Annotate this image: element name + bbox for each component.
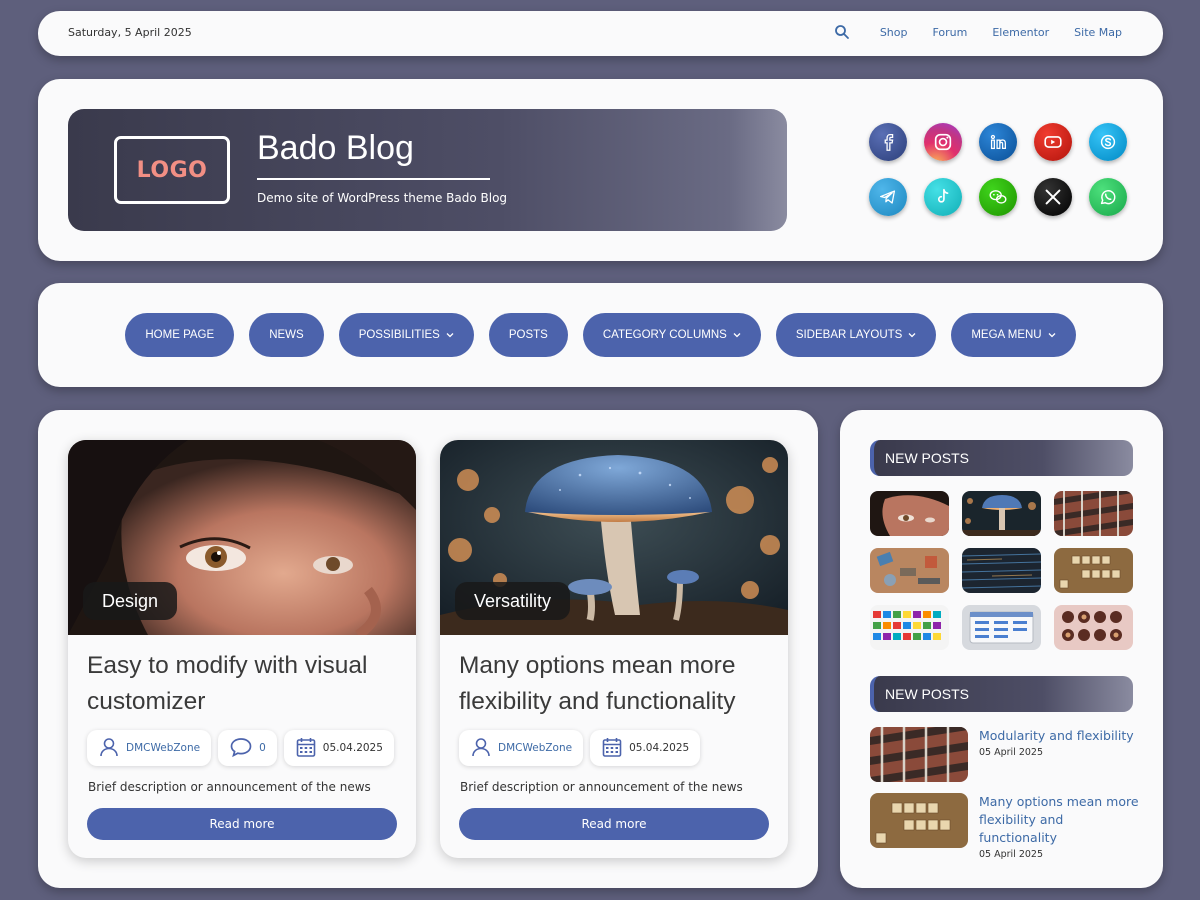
thumbnail[interactable] (1054, 548, 1133, 593)
whatsapp-icon[interactable] (1089, 178, 1127, 216)
recent-post-text: Modularity and flexibility 05 April 2025 (979, 727, 1139, 782)
post-description: Brief description or announcement of the… (88, 780, 371, 794)
skype-icon[interactable] (1089, 123, 1127, 161)
thumbnail[interactable] (1054, 491, 1133, 536)
main-navigation: HOME PAGE NEWS POSSIBILITIES POSTS CATEG… (38, 283, 1163, 387)
date-text: 05.04.2025 (629, 742, 690, 754)
search-icon[interactable] (834, 24, 850, 40)
nav-posts[interactable]: POSTS (488, 313, 568, 357)
recent-post-title[interactable]: Modularity and flexibility (979, 727, 1139, 745)
top-link-site-map[interactable]: Site Map (1074, 26, 1122, 39)
user-icon (98, 736, 120, 761)
post-author[interactable]: DMCWebZone (87, 730, 212, 766)
nav-label: SIDEBAR LAYOUTS (795, 329, 903, 341)
site-description: Demo site of WordPress theme Bado Blog (257, 191, 508, 205)
nav-category-columns[interactable]: CATEGORY COLUMNS (582, 313, 761, 357)
x-icon[interactable] (1034, 178, 1072, 216)
comment-icon (229, 736, 253, 761)
tiktok-icon[interactable] (924, 178, 962, 216)
nav-label: HOME PAGE (145, 329, 215, 341)
nav-sidebar-layouts[interactable]: SIDEBAR LAYOUTS (775, 313, 937, 357)
facebook-icon[interactable] (869, 123, 907, 161)
nav-possibilities[interactable]: POSSIBILITIES (338, 313, 474, 357)
recent-post-text: Many options mean more flexibility and f… (979, 793, 1139, 860)
calendar-icon (295, 736, 317, 761)
author-name[interactable]: DMCWebZone (498, 742, 572, 754)
recent-post-item: Many options mean more flexibility and f… (870, 793, 1139, 860)
user-icon (470, 736, 492, 761)
post-category-badge[interactable]: Design (83, 582, 178, 620)
post-card: Versatility Many options mean more flexi… (440, 440, 788, 858)
wechat-icon[interactable] (979, 178, 1017, 216)
thumbnail[interactable] (1054, 605, 1133, 650)
post-author[interactable]: DMCWebZone (459, 730, 584, 766)
site-title[interactable]: Bado Blog (257, 129, 414, 168)
site-header: LOGO Bado Blog Demo site of WordPress th… (38, 79, 1163, 261)
recent-post-date: 05 April 2025 (979, 849, 1044, 860)
linkedin-icon[interactable] (979, 123, 1017, 161)
read-more-button[interactable]: Read more (87, 808, 397, 840)
post-date: 05.04.2025 (590, 730, 701, 766)
nav-label: CATEGORY COLUMNS (602, 329, 727, 341)
youtube-icon[interactable] (1034, 123, 1072, 161)
chevron-down-icon (908, 330, 916, 340)
post-meta: DMCWebZone 05.04.2025 (459, 730, 701, 766)
date-text: 05.04.2025 (322, 742, 383, 754)
current-date: Saturday, 5 April 2025 (68, 26, 192, 39)
chevron-down-icon (1048, 330, 1056, 340)
author-name[interactable]: DMCWebZone (126, 742, 200, 754)
top-link-shop[interactable]: Shop (880, 26, 908, 39)
top-link-forum[interactable]: Forum (932, 26, 967, 39)
thumbnail[interactable] (962, 548, 1041, 593)
recent-post-date: 05 April 2025 (979, 747, 1044, 758)
thumbnail[interactable] (870, 605, 949, 650)
recent-post-thumbnail[interactable] (870, 727, 968, 782)
post-title[interactable]: Many options mean more flexibility and f… (459, 648, 779, 720)
sidebar: NEW POSTS NEW POSTS Modularity and flexi… (840, 410, 1163, 888)
comment-count[interactable]: 0 (259, 742, 266, 754)
title-divider (257, 178, 490, 180)
brand-banner: LOGO Bado Blog Demo site of WordPress th… (68, 109, 787, 231)
post-title[interactable]: Easy to modify with visual customizer (87, 648, 407, 720)
top-links: Shop Forum Elementor Site Map (834, 24, 1122, 40)
nav-news[interactable]: NEWS (249, 313, 324, 357)
recent-post-item: Modularity and flexibility 05 April 2025 (870, 727, 1139, 782)
top-bar: Saturday, 5 April 2025 Shop Forum Elemen… (38, 11, 1163, 56)
post-description: Brief description or announcement of the… (460, 780, 743, 794)
calendar-icon (601, 736, 623, 761)
nav-label: MEGA MENU (971, 329, 1042, 341)
post-category-badge[interactable]: Versatility (455, 582, 571, 620)
read-more-button[interactable]: Read more (459, 808, 769, 840)
instagram-icon[interactable] (924, 123, 962, 161)
top-link-elementor[interactable]: Elementor (992, 26, 1049, 39)
nav-label: POSTS (508, 329, 548, 341)
main-content: Design Easy to modify with visual custom… (38, 410, 818, 888)
widget-title: NEW POSTS (870, 676, 1133, 712)
thumbnail[interactable] (870, 491, 949, 536)
telegram-icon[interactable] (869, 178, 907, 216)
nav-mega-menu[interactable]: MEGA MENU (951, 313, 1076, 357)
post-card: Design Easy to modify with visual custom… (68, 440, 416, 858)
nav-label: NEWS (269, 329, 304, 341)
post-comments[interactable]: 0 (218, 730, 277, 766)
site-logo[interactable]: LOGO (114, 136, 230, 204)
thumbnail-grid (870, 491, 1133, 650)
chevron-down-icon (733, 330, 741, 340)
post-date: 05.04.2025 (283, 730, 394, 766)
thumbnail[interactable] (962, 491, 1041, 536)
nav-label: POSSIBILITIES (358, 329, 440, 341)
chevron-down-icon (446, 330, 454, 340)
nav-home-page[interactable]: HOME PAGE (125, 313, 235, 357)
widget-title: NEW POSTS (870, 440, 1133, 476)
recent-post-title[interactable]: Many options mean more flexibility and f… (979, 793, 1139, 847)
post-meta: DMCWebZone 0 05.04.2025 (87, 730, 394, 766)
social-icons (869, 123, 1127, 216)
thumbnail[interactable] (870, 548, 949, 593)
thumbnail[interactable] (962, 605, 1041, 650)
recent-post-thumbnail[interactable] (870, 793, 968, 848)
